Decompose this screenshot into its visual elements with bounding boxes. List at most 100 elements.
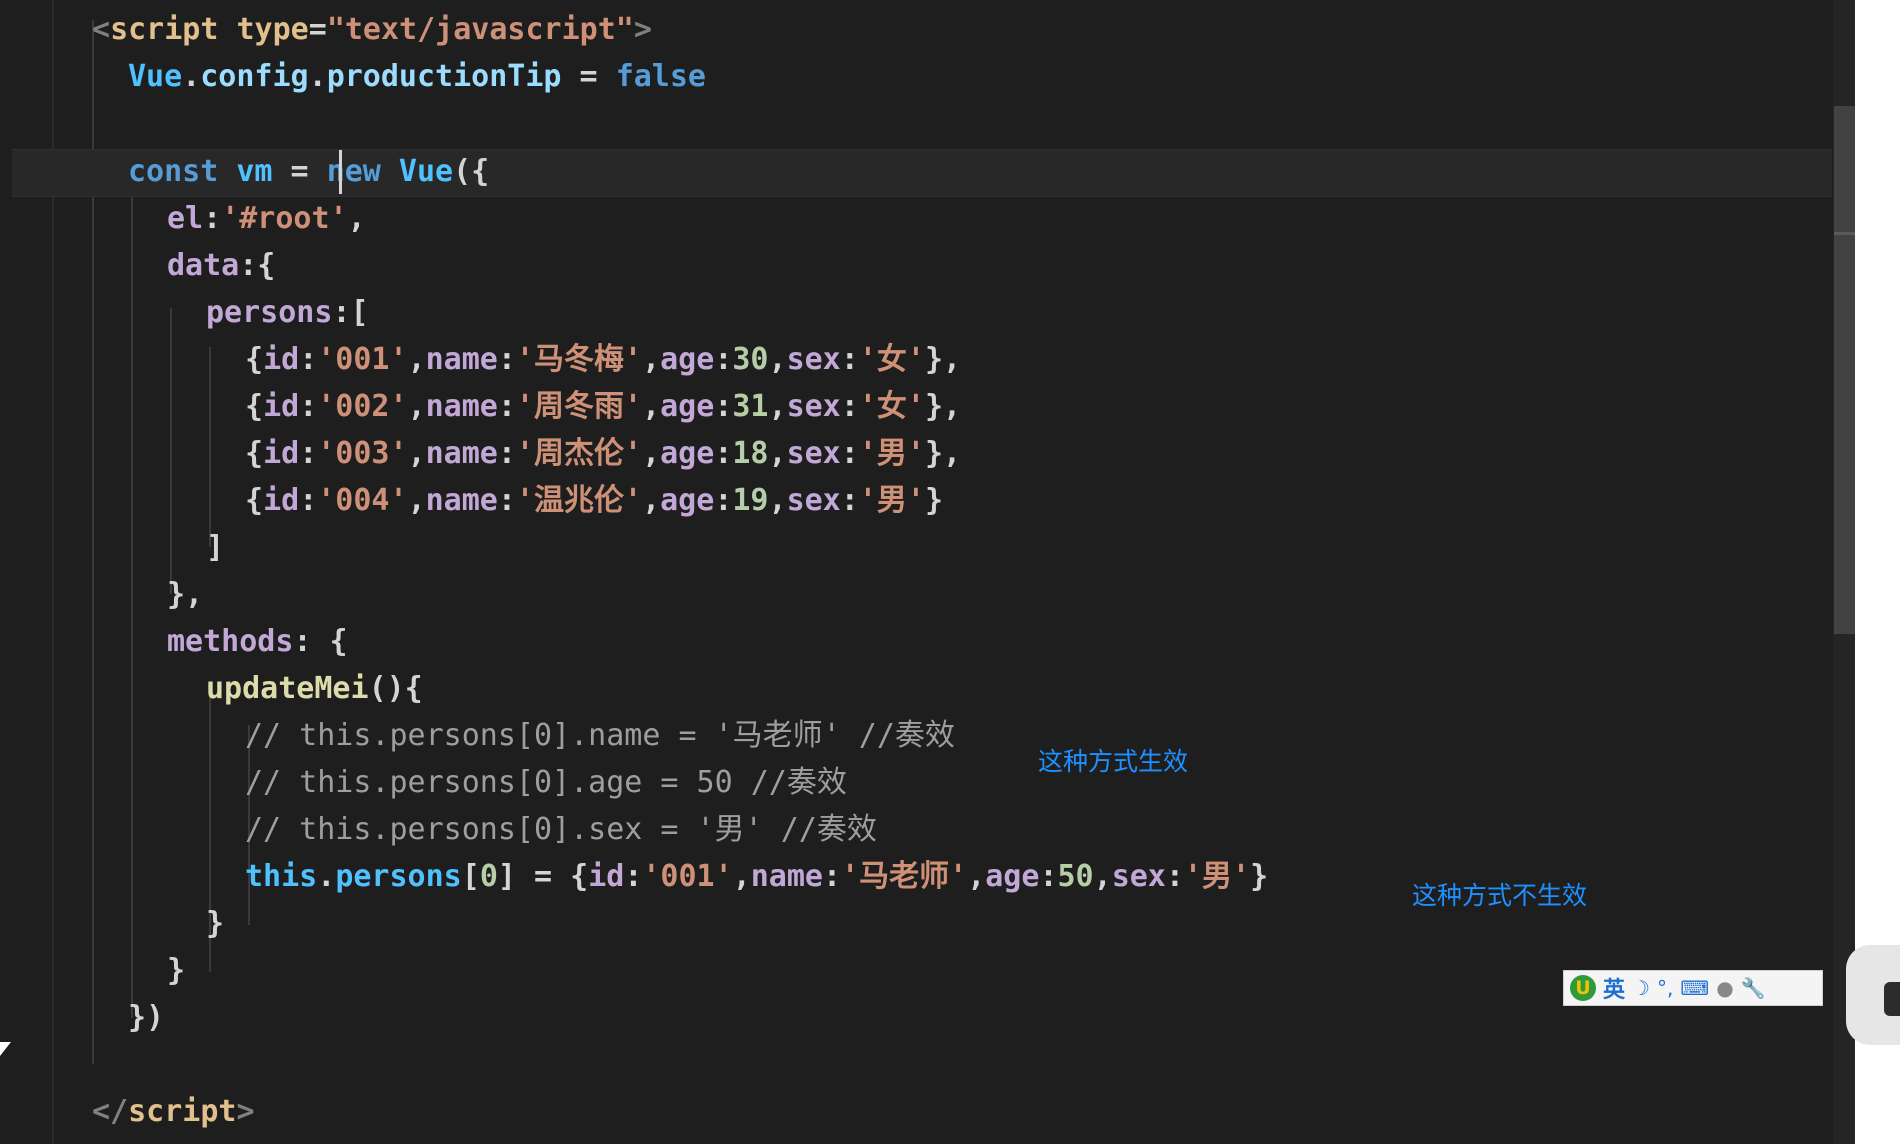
code-token: updateMei xyxy=(206,671,369,706)
code-token: , xyxy=(642,389,661,424)
code-line: }, xyxy=(167,571,203,618)
code-token: { xyxy=(245,436,264,471)
code-line: ] xyxy=(206,524,224,571)
code-token: . xyxy=(317,859,336,894)
ime-language-toggle[interactable]: 英 xyxy=(1603,972,1625,1004)
text-cursor xyxy=(339,150,342,194)
code-token: methods xyxy=(167,624,294,659)
code-token: '#root' xyxy=(221,201,348,236)
code-token: , xyxy=(768,483,787,518)
code-token: , xyxy=(732,859,751,894)
code-token: age xyxy=(660,436,715,471)
code-token: id xyxy=(588,859,625,894)
code-line: {id:'001',name:'马冬梅',age:30,sex:'女'}, xyxy=(245,336,961,383)
code-token: sex xyxy=(786,342,841,377)
code-token: '温兆伦' xyxy=(515,483,643,518)
code-token: ({ xyxy=(453,154,490,189)
code-token: = xyxy=(272,154,327,189)
code-token: persons xyxy=(206,295,333,330)
code-line: // this.persons[0].name = '马老师' //奏效 xyxy=(245,712,955,759)
code-token: : xyxy=(624,859,643,894)
code-token: '004' xyxy=(317,483,408,518)
code-token: '男' xyxy=(858,483,925,518)
code-token: 31 xyxy=(732,389,769,424)
code-token: // this.persons[0].name = '马老师' //奏效 xyxy=(245,718,955,753)
moon-icon[interactable]: ☽ xyxy=(1632,976,1650,1000)
code-token: } xyxy=(167,953,186,988)
code-token: } xyxy=(1250,859,1269,894)
code-token: ] = { xyxy=(497,859,589,894)
code-token: type xyxy=(218,12,309,47)
code-token: : xyxy=(497,389,516,424)
code-token: sex xyxy=(786,389,841,424)
code-token: '001' xyxy=(317,342,408,377)
code-token: : xyxy=(714,436,733,471)
code-token: . xyxy=(182,59,201,94)
code-token: name xyxy=(425,342,498,377)
code-token: : xyxy=(714,342,733,377)
code-token: : xyxy=(840,436,859,471)
wrench-icon[interactable]: 🔧 xyxy=(1741,976,1766,1000)
code-line: persons:[ xyxy=(206,289,369,336)
code-token: , xyxy=(768,342,787,377)
code-token: Vue xyxy=(128,59,183,94)
code-token: '002' xyxy=(317,389,408,424)
code-line: this.persons[0] = {id:'001',name:'马老师',a… xyxy=(245,853,1268,900)
code-token: '男' xyxy=(858,436,925,471)
code-token: sex xyxy=(786,483,841,518)
code-token: : xyxy=(299,342,318,377)
code-token: , xyxy=(407,389,426,424)
code-token: script xyxy=(128,1094,237,1129)
code-token: , xyxy=(347,201,366,236)
code-token: , xyxy=(1093,859,1112,894)
code-token: Vue xyxy=(380,154,454,189)
code-line: {id:'002',name:'周冬雨',age:31,sex:'女'}, xyxy=(245,383,961,430)
code-token: , xyxy=(407,342,426,377)
indent-guide xyxy=(209,347,211,547)
code-token: = xyxy=(308,12,327,47)
code-token: this xyxy=(245,859,318,894)
code-token: name xyxy=(425,436,498,471)
code-line: {id:'003',name:'周杰伦',age:18,sex:'男'}, xyxy=(245,430,961,477)
keyboard-icon[interactable]: ⌨ xyxy=(1680,976,1709,1000)
code-token: 30 xyxy=(732,342,769,377)
code-token: , xyxy=(768,389,787,424)
code-token: false xyxy=(615,59,706,94)
code-token: name xyxy=(425,483,498,518)
ime-toolbar[interactable]: U 英 ☽ °, ⌨ ● 🔧 xyxy=(1563,970,1823,1006)
code-token: : xyxy=(840,483,859,518)
code-token: id xyxy=(263,436,300,471)
code-line: data:{ xyxy=(167,242,275,289)
code-line: <script type="text/javascript"> xyxy=(92,6,652,53)
code-token: }, xyxy=(924,342,962,377)
scrollbar-thumb[interactable] xyxy=(1834,106,1856,634)
annotation-works: 这种方式生效 xyxy=(1038,747,1189,776)
code-line: } xyxy=(206,900,224,947)
code-token: : xyxy=(823,859,842,894)
scrollbar-marker xyxy=(1834,232,1856,235)
code-token: sex xyxy=(1111,859,1166,894)
user-icon[interactable]: ● xyxy=(1716,976,1733,1000)
code-token: { xyxy=(245,483,264,518)
code-line: }) xyxy=(128,994,164,1041)
code-token: < xyxy=(92,12,111,47)
punctuation-icon[interactable]: °, xyxy=(1657,976,1673,1000)
code-token: } xyxy=(206,906,225,941)
code-token: id xyxy=(263,342,300,377)
code-token: id xyxy=(263,483,300,518)
code-token: '周杰伦' xyxy=(515,436,643,471)
code-token: , xyxy=(768,436,787,471)
code-token: : xyxy=(1039,859,1058,894)
code-token: . xyxy=(308,59,327,94)
code-token: data xyxy=(167,248,240,283)
code-token: : xyxy=(497,342,516,377)
code-token: > xyxy=(633,12,652,47)
code-line: // this.persons[0].age = 50 //奏效 xyxy=(245,759,847,806)
code-token: :{ xyxy=(239,248,276,283)
code-token: // this.persons[0].sex = '男' //奏效 xyxy=(245,812,877,847)
code-token: (){ xyxy=(368,671,423,706)
code-token: persons xyxy=(335,859,462,894)
ime-logo-icon[interactable]: U xyxy=(1570,975,1596,1001)
code-token: el xyxy=(167,201,204,236)
code-token: : xyxy=(714,389,733,424)
